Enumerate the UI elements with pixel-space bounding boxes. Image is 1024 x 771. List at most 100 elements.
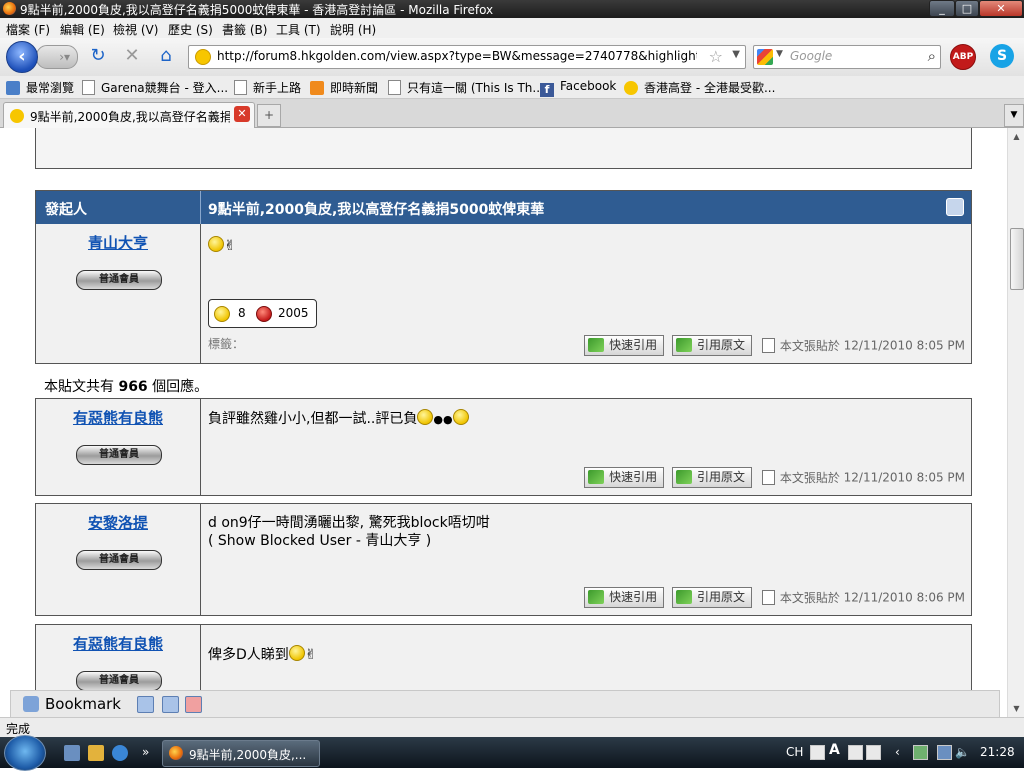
quick-quote-label: 快速引用: [609, 590, 658, 604]
google-engine-icon[interactable]: [757, 49, 773, 65]
rank-badge: 普通會員: [76, 550, 162, 570]
ime-mode-icon[interactable]: A: [829, 742, 840, 758]
back-button[interactable]: ‹: [6, 41, 38, 73]
menu-bookmarks[interactable]: 書籤 (B): [222, 21, 267, 38]
stop-icon[interactable]: ✕: [121, 45, 143, 67]
taskbar-firefox-label: 9點半前,2000負皮,...: [189, 748, 307, 762]
tab-active[interactable]: 9點半前,2000負皮,我以高登仔名義捐5... ✕: [3, 102, 255, 128]
most-visited-icon: [6, 81, 20, 95]
new-tab-button[interactable]: +: [257, 104, 281, 127]
post-first: 青山大亨 普通會員 ✌ 8 2005 標籤： 快速引用 引用原文 本文張貼於 1…: [35, 224, 972, 364]
bookmark-label[interactable]: Bookmark: [45, 695, 121, 713]
forward-button[interactable]: ›▾: [36, 45, 78, 69]
bookmark-most-visited[interactable]: 最常瀏覽: [6, 79, 74, 96]
bookmark-newbie[interactable]: 新手上路: [234, 79, 301, 96]
bookmark-this-is-it[interactable]: 只有這一關 (This Is Th...: [388, 79, 544, 96]
bookmark-facebook[interactable]: f Facebook: [540, 79, 616, 97]
author-link[interactable]: 有惡熊有良熊: [36, 633, 200, 654]
glasses-icon: ●●: [433, 413, 453, 426]
tags-label: 標籤：: [208, 337, 245, 351]
quote-original-button[interactable]: 引用原文: [671, 335, 752, 356]
bookmark-news[interactable]: 即時新聞: [310, 79, 378, 96]
smiley-icon: [208, 236, 224, 252]
safely-remove-icon[interactable]: [913, 745, 928, 760]
tab-list-button[interactable]: ▼: [1004, 104, 1024, 127]
tray-expand-icon[interactable]: ‹: [895, 745, 900, 759]
menu-help[interactable]: 說明 (H): [330, 21, 376, 38]
network-icon[interactable]: [937, 745, 952, 760]
url-text[interactable]: http://forum8.hkgolden.com/view.aspx?typ…: [217, 49, 697, 63]
quick-quote-button[interactable]: 快速引用: [584, 467, 665, 488]
bookmark-star-icon[interactable]: ☆: [709, 47, 723, 66]
vote-box: 8 2005: [208, 299, 317, 328]
search-placeholder[interactable]: Google: [790, 49, 832, 63]
bookmark-tag-icon[interactable]: [23, 696, 39, 712]
language-indicator[interactable]: CH: [786, 745, 803, 759]
url-dropdown-icon[interactable]: ▼: [732, 49, 740, 60]
thumbs-up-icon[interactable]: [214, 306, 230, 322]
close-window-button[interactable]: ✕: [979, 0, 1023, 17]
search-engine-dropdown-icon[interactable]: ▼: [776, 49, 783, 59]
minimize-button[interactable]: _: [929, 0, 955, 17]
quote-original-button[interactable]: 引用原文: [671, 587, 752, 608]
rss-icon: [310, 81, 324, 95]
show-desktop-icon[interactable]: [64, 745, 80, 761]
quick-quote-button[interactable]: 快速引用: [584, 587, 665, 608]
scroll-up-icon[interactable]: ▲: [1008, 128, 1024, 145]
tab-close-icon[interactable]: ✕: [234, 106, 250, 122]
votes-down-count: 2005: [278, 306, 309, 320]
ime-width-icon[interactable]: [848, 745, 863, 760]
bookmark-hkgolden[interactable]: 香港高登 - 全港最受歡...: [624, 79, 775, 96]
votes-up-count: 8: [238, 306, 246, 320]
status-bar: 完成: [0, 717, 1024, 738]
document-icon: [761, 590, 775, 605]
reply-count-number: 966: [118, 379, 148, 395]
menu-file[interactable]: 檔案 (F): [6, 21, 50, 38]
home-icon[interactable]: ⌂: [155, 45, 177, 67]
menu-tools[interactable]: 工具 (T): [276, 21, 321, 38]
bookmark-garena[interactable]: Garena競舞台 - 登入...: [82, 79, 228, 96]
maximize-button[interactable]: □: [955, 0, 979, 17]
page-icon: [82, 80, 95, 95]
skype-icon[interactable]: S: [990, 44, 1014, 68]
ime-pad-icon[interactable]: [866, 745, 881, 760]
quicklaunch-expand-icon[interactable]: »: [142, 745, 149, 759]
ime-icon[interactable]: [810, 745, 825, 760]
author-link[interactable]: 安黎洛提: [36, 512, 200, 533]
taskbar-firefox-button[interactable]: 9點半前,2000負皮,...: [162, 740, 320, 767]
start-button-icon[interactable]: [4, 735, 46, 771]
author-link[interactable]: 青山大亨: [36, 232, 200, 253]
menu-view[interactable]: 檢視 (V): [113, 21, 158, 38]
menu-edit[interactable]: 編輯 (E): [60, 21, 105, 38]
user-icon[interactable]: [137, 696, 154, 713]
quote-original-label: 引用原文: [696, 470, 745, 484]
volume-icon[interactable]: 🔈: [955, 745, 970, 759]
vertical-scrollbar[interactable]: ▲ ▼: [1007, 128, 1024, 717]
url-bar[interactable]: http://forum8.hkgolden.com/view.aspx?typ…: [188, 45, 746, 69]
search-icon[interactable]: ⌕: [928, 47, 936, 65]
tag-icon[interactable]: [946, 198, 964, 216]
menu-history[interactable]: 歷史 (S): [168, 21, 213, 38]
scroll-thumb[interactable]: [1010, 228, 1024, 290]
reply-count: 本貼文共有 966 個回應。: [44, 376, 208, 396]
thread-title: 9點半前,2000負皮,我以高登仔名義捐5000蚊俾東華: [208, 202, 545, 218]
quote-original-button[interactable]: 引用原文: [671, 467, 752, 488]
internet-explorer-icon[interactable]: [112, 745, 128, 761]
scroll-down-icon[interactable]: ▼: [1008, 700, 1024, 717]
bookmark-label: Garena競舞台 - 登入...: [101, 81, 229, 95]
post-text: 俾多D人睇到: [208, 647, 289, 663]
thread-header: 發起人 9點半前,2000負皮,我以高登仔名義捐5000蚊俾東華: [36, 191, 971, 225]
media-player-icon[interactable]: [88, 745, 104, 761]
author-link[interactable]: 有惡熊有良熊: [36, 407, 200, 428]
blocked-user-link[interactable]: ( Show Blocked User - 青山大亨 ): [208, 532, 963, 550]
thumbs-down-icon[interactable]: [256, 306, 272, 322]
adblock-plus-icon[interactable]: ABP: [950, 44, 976, 70]
grid-icon[interactable]: [162, 696, 179, 713]
heart-icon[interactable]: [185, 696, 202, 713]
clock[interactable]: 21:28: [980, 745, 1015, 759]
quick-quote-button[interactable]: 快速引用: [584, 335, 665, 356]
search-bar[interactable]: ▼ Google ⌕: [753, 45, 941, 69]
tab-label: 9點半前,2000負皮,我以高登仔名義捐5...: [30, 110, 230, 124]
thread-starter-label: 發起人: [45, 202, 87, 218]
reload-icon[interactable]: ↻: [87, 45, 109, 67]
